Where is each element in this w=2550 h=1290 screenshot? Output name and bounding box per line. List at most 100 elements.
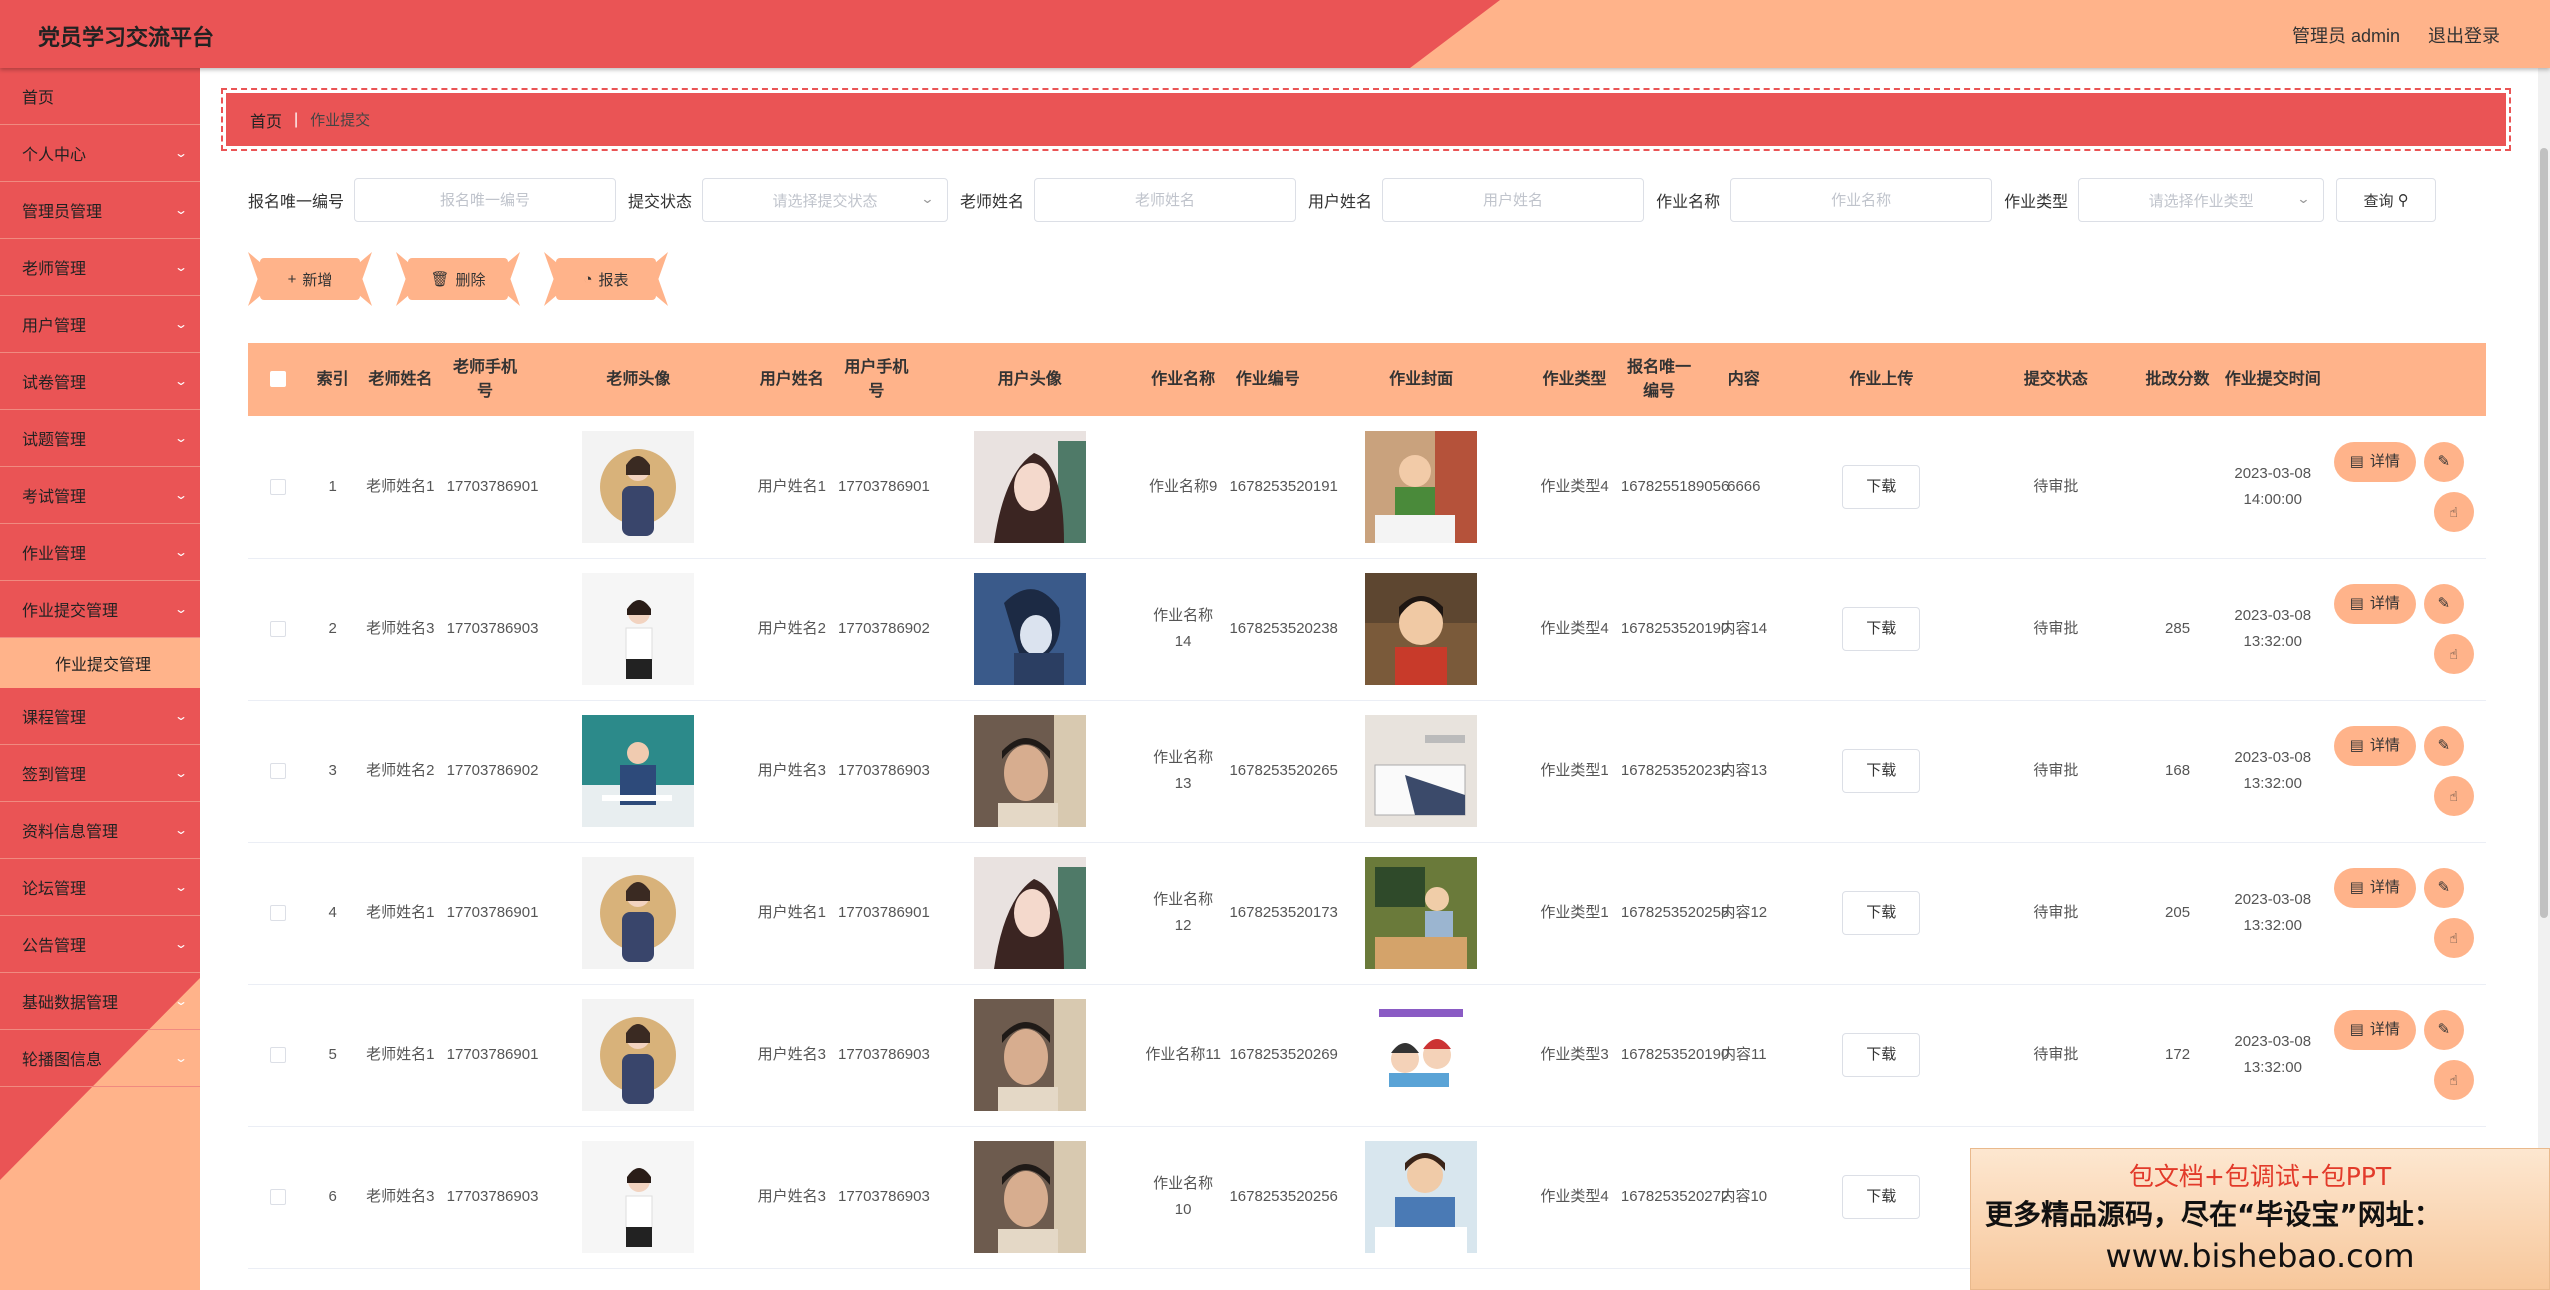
cell-homework-name: 作业名称12 <box>1140 842 1226 985</box>
logout-link[interactable]: 退出登录 <box>2428 22 2500 48</box>
edit-button[interactable]: ✎ <box>2423 1010 2464 1050</box>
submit-status-select[interactable]: 请选择提交状态 ⌄ <box>702 178 949 222</box>
homework-cover-image[interactable] <box>1365 715 1478 827</box>
teacher-avatar-image[interactable] <box>582 715 695 827</box>
more-action-button[interactable]: ☝ <box>2433 1060 2474 1100</box>
document-icon: ▤ <box>2349 737 2364 754</box>
row-checkbox[interactable] <box>269 763 286 780</box>
teacher-avatar-image[interactable] <box>582 1141 695 1253</box>
cell-user-phone: 17703786903 <box>834 1126 930 1269</box>
query-button[interactable]: 查询 ⚲ <box>2336 178 2437 222</box>
sidebar-menu-item[interactable]: 公告管理 ⌄ <box>0 916 200 973</box>
homework-cover-image[interactable] <box>1365 857 1478 969</box>
download-button[interactable]: 下载 <box>1842 1033 1921 1077</box>
report-button[interactable]: ◔ 报表 <box>556 258 656 300</box>
row-checkbox[interactable] <box>269 1189 286 1206</box>
sidebar-menu-item[interactable]: 管理员管理 ⌄ <box>0 182 200 239</box>
row-checkbox[interactable] <box>269 478 286 495</box>
sidebar-menu-item[interactable]: 签到管理 ⌄ <box>0 745 200 802</box>
more-action-button[interactable]: ☝ <box>2433 634 2474 674</box>
more-action-button[interactable]: ☝ <box>2433 491 2474 532</box>
breadcrumb-home[interactable]: 首页 <box>250 108 282 132</box>
document-icon: ▤ <box>2349 595 2364 612</box>
document-icon: ▤ <box>2349 1021 2364 1038</box>
user-avatar-image[interactable] <box>973 1141 1086 1253</box>
teacher-avatar-image[interactable] <box>582 999 695 1111</box>
signup-no-input[interactable] <box>354 178 617 222</box>
sidebar-menu-item[interactable]: 作业提交管理 ⌄ <box>0 581 200 638</box>
sidebar-subitem-homework-submit[interactable]: 作业提交管理 <box>0 638 200 688</box>
detail-button[interactable]: ▤详情 <box>2333 441 2416 482</box>
edit-button[interactable]: ✎ <box>2423 584 2464 624</box>
teacher-avatar-image[interactable] <box>582 573 695 685</box>
homework-cover-image[interactable] <box>1365 573 1478 685</box>
edit-button[interactable]: ✎ <box>2423 868 2464 908</box>
col-teacher-phone: 老师手机号 <box>452 358 517 400</box>
sidebar-menu-item[interactable]: 个人中心 ⌄ <box>0 125 200 182</box>
homework-cover-image[interactable] <box>1365 999 1478 1111</box>
download-button[interactable]: 下载 <box>1842 891 1921 935</box>
teacher-name-input[interactable] <box>1034 178 1297 222</box>
sidebar-menu-item[interactable]: 资料信息管理 ⌄ <box>0 802 200 859</box>
sidebar-menu-item[interactable]: 考试管理 ⌄ <box>0 467 200 524</box>
main-content: 首页 | 作业提交 报名唯一编号 提交状态 请选择提交状态 ⌄ 老师姓名 用户姓… <box>200 68 2550 1290</box>
chevron-down-icon: ⌄ <box>173 1051 189 1065</box>
user-avatar-image[interactable] <box>973 430 1086 543</box>
sidebar-menu-item[interactable]: 老师管理 ⌄ <box>0 239 200 296</box>
user-avatar-image[interactable] <box>973 715 1086 827</box>
pencil-icon: ✎ <box>2437 595 2451 612</box>
homework-name-label: 作业名称 <box>1656 194 1721 211</box>
row-checkbox[interactable] <box>269 905 286 922</box>
detail-button[interactable]: ▤详情 <box>2333 868 2416 908</box>
detail-button[interactable]: ▤详情 <box>2333 726 2416 766</box>
download-button[interactable]: 下载 <box>1842 607 1921 651</box>
sidebar-menu-item[interactable]: 试题管理 ⌄ <box>0 410 200 467</box>
chevron-down-icon: ⌄ <box>173 374 189 388</box>
teacher-avatar-image[interactable] <box>582 857 695 969</box>
promo-url: www.bishebao.com <box>2105 1237 2415 1275</box>
user-avatar-image[interactable] <box>973 999 1086 1111</box>
download-button[interactable]: 下载 <box>1842 749 1921 793</box>
delete-button[interactable]: 🗑 删除 <box>408 258 508 300</box>
cell-user-phone: 17703786901 <box>834 842 930 985</box>
user-name-input[interactable] <box>1382 178 1645 222</box>
cell-homework-name: 作业名称9 <box>1140 416 1226 559</box>
detail-button[interactable]: ▤详情 <box>2333 584 2416 624</box>
sidebar-menu-item[interactable]: 试卷管理 ⌄ <box>0 353 200 410</box>
row-checkbox[interactable] <box>269 1047 286 1064</box>
cell-homework-no: 1678253520265 <box>1225 700 1338 843</box>
select-all-checkbox[interactable] <box>269 371 286 388</box>
edit-button[interactable]: ✎ <box>2423 441 2464 482</box>
sidebar-item-label: 轮播图信息 <box>22 1052 103 1069</box>
detail-button[interactable]: ▤详情 <box>2333 1010 2416 1050</box>
user-avatar-image[interactable] <box>973 857 1086 969</box>
cell-status: 待审批 <box>1976 558 2136 701</box>
sidebar-menu-item[interactable]: 作业管理 ⌄ <box>0 524 200 581</box>
homework-cover-image[interactable] <box>1365 430 1478 543</box>
sidebar-menu-item[interactable]: 轮播图信息 ⌄ <box>0 1030 200 1087</box>
sidebar-menu-item[interactable]: 论坛管理 ⌄ <box>0 859 200 916</box>
sidebar-item-label: 作业管理 <box>22 546 87 563</box>
sidebar-menu-item[interactable]: 课程管理 ⌄ <box>0 688 200 745</box>
sidebar-menu-item[interactable]: 首页 <box>0 68 200 125</box>
homework-cover-image[interactable] <box>1365 1141 1478 1253</box>
cell-homework-type: 作业类型4 <box>1532 1126 1617 1269</box>
cell-teacher-name: 老师姓名1 <box>358 984 443 1127</box>
row-checkbox[interactable] <box>269 621 286 638</box>
homework-type-select[interactable]: 请选择作业类型 ⌄ <box>2078 178 2325 222</box>
homework-name-input[interactable] <box>1730 178 1993 222</box>
add-button[interactable]: + 新增 <box>260 258 360 300</box>
more-action-button[interactable]: ☝ <box>2433 918 2474 958</box>
edit-button[interactable]: ✎ <box>2423 726 2464 766</box>
cell-signup-no: 1678253520232 <box>1616 700 1729 843</box>
sidebar-menu-item[interactable]: 基础数据管理 ⌄ <box>0 973 200 1030</box>
sidebar-menu-item[interactable]: 用户管理 ⌄ <box>0 296 200 353</box>
signup-no-label: 报名唯一编号 <box>248 194 345 211</box>
teacher-avatar-image[interactable] <box>582 430 695 543</box>
user-avatar-image[interactable] <box>973 573 1086 685</box>
page-scrollbar[interactable] <box>2538 68 2550 1290</box>
download-button[interactable]: 下载 <box>1842 1175 1921 1219</box>
more-action-button[interactable]: ☝ <box>2433 776 2474 816</box>
scroll-thumb[interactable] <box>2540 148 2548 918</box>
download-button[interactable]: 下载 <box>1842 464 1921 509</box>
